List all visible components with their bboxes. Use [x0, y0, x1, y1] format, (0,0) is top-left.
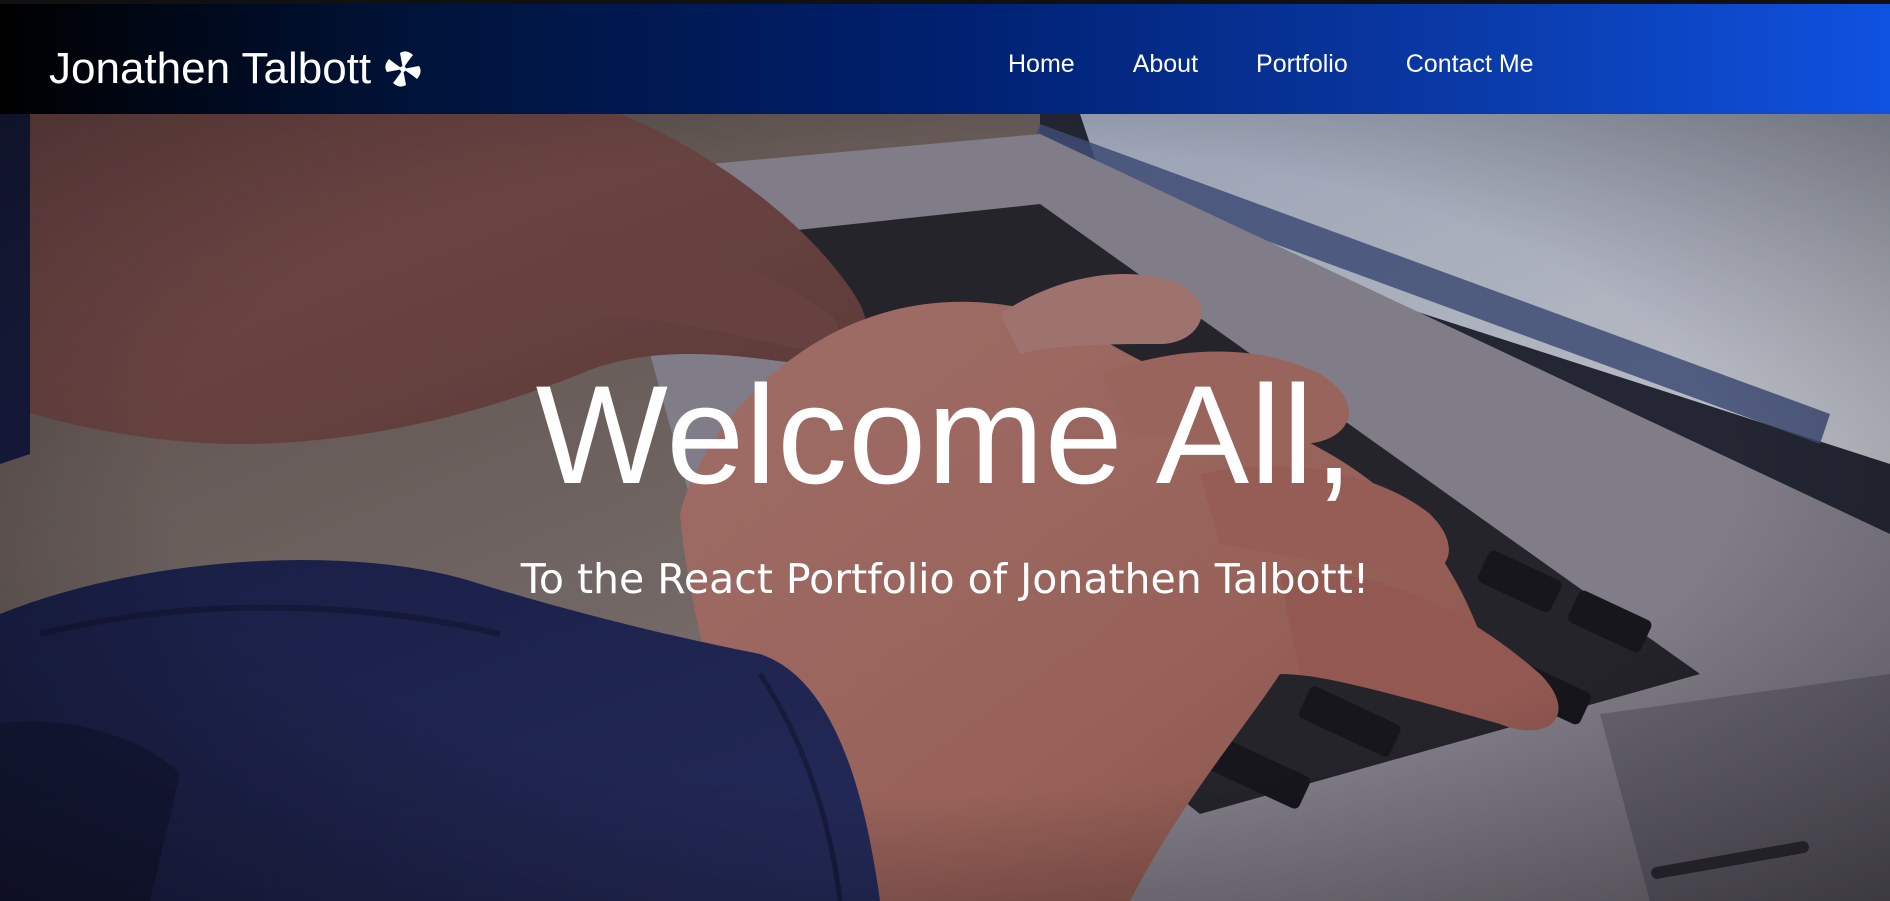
nav-link-contact[interactable]: Contact Me [1406, 44, 1534, 84]
nav-links: Home About Portfolio Contact Me [1008, 44, 1592, 84]
nav-link-portfolio[interactable]: Portfolio [1256, 44, 1348, 84]
brand-name: Jonathen Talbott [49, 44, 372, 93]
brand-link[interactable]: Jonathen Talbott [49, 44, 424, 94]
navbar: Jonathen Talbott Home About Portfolio Co… [0, 4, 1890, 114]
hero-subtitle: To the React Portfolio of Jonathen Talbo… [520, 555, 1370, 603]
pinwheel-icon [382, 48, 424, 90]
nav-link-about[interactable]: About [1133, 44, 1198, 84]
hero-title: Welcome All, [535, 356, 1355, 513]
nav-link-home[interactable]: Home [1008, 44, 1075, 84]
hero-section: Welcome All, To the React Portfolio of J… [0, 114, 1890, 901]
